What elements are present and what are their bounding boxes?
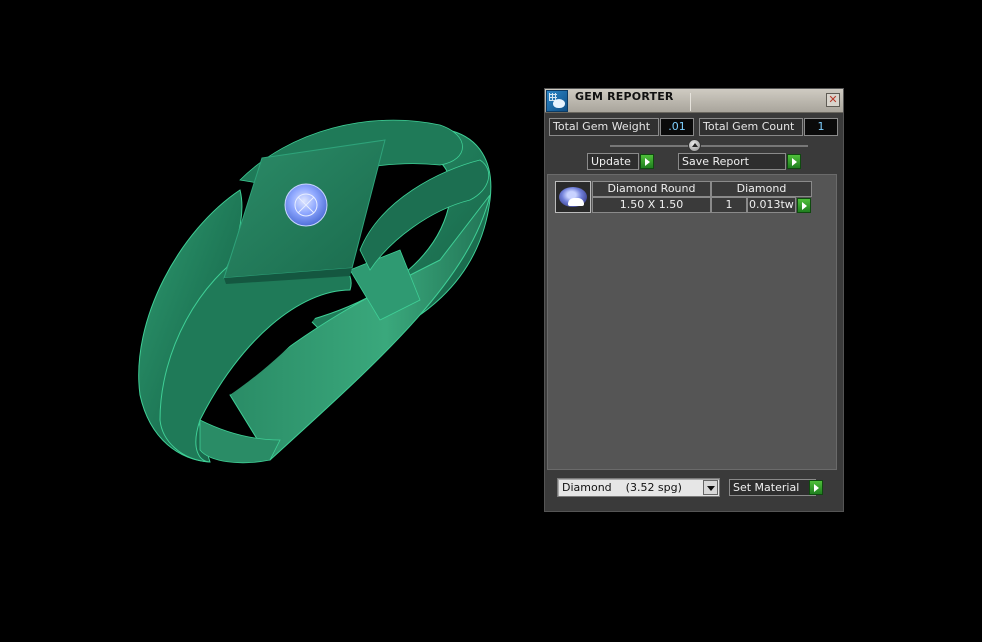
total-gem-weight-label: Total Gem Weight: [549, 118, 659, 136]
panel-slider-handle[interactable]: [688, 139, 701, 152]
save-report-arrow-icon[interactable]: [787, 154, 801, 169]
gem-list[interactable]: Diamond Round Diamond 1.50 X 1.50 1 0.01…: [547, 174, 837, 470]
gem-reporter-icon: [546, 90, 568, 112]
gem-size-cell: 1.50 X 1.50: [592, 197, 711, 213]
panel-slider-track[interactable]: [610, 145, 808, 147]
gem-shape-cell: Diamond Round: [592, 181, 711, 197]
title-divider: [690, 93, 691, 111]
panel-title: GEM REPORTER: [575, 90, 674, 103]
gem-material-cell: Diamond: [711, 181, 812, 197]
material-select-value: Diamond (3.52 spg): [562, 481, 682, 494]
gem-reporter-panel: GEM REPORTER ✕ Total Gem Weight .01 Tota…: [544, 88, 844, 512]
total-gem-weight-value: .01: [660, 118, 694, 136]
set-material-arrow-icon[interactable]: [809, 480, 823, 495]
gem-thumbnail-icon[interactable]: [555, 181, 591, 213]
title-bar[interactable]: GEM REPORTER ✕: [545, 89, 843, 113]
close-icon[interactable]: ✕: [826, 93, 840, 107]
gem-weight-cell: 0.013tw: [747, 197, 796, 213]
update-arrow-icon[interactable]: [640, 154, 654, 169]
chevron-down-icon[interactable]: [703, 480, 718, 495]
total-gem-count-value: 1: [804, 118, 838, 136]
material-select[interactable]: Diamond (3.52 spg): [557, 478, 720, 497]
save-report-button[interactable]: Save Report: [678, 153, 786, 170]
gem-row-arrow-icon[interactable]: [797, 198, 811, 213]
total-gem-count-label: Total Gem Count: [699, 118, 803, 136]
gem-count-cell: 1: [711, 197, 747, 213]
ring-model[interactable]: [138, 119, 492, 464]
set-material-button[interactable]: Set Material: [729, 479, 816, 496]
update-button[interactable]: Update: [587, 153, 639, 170]
